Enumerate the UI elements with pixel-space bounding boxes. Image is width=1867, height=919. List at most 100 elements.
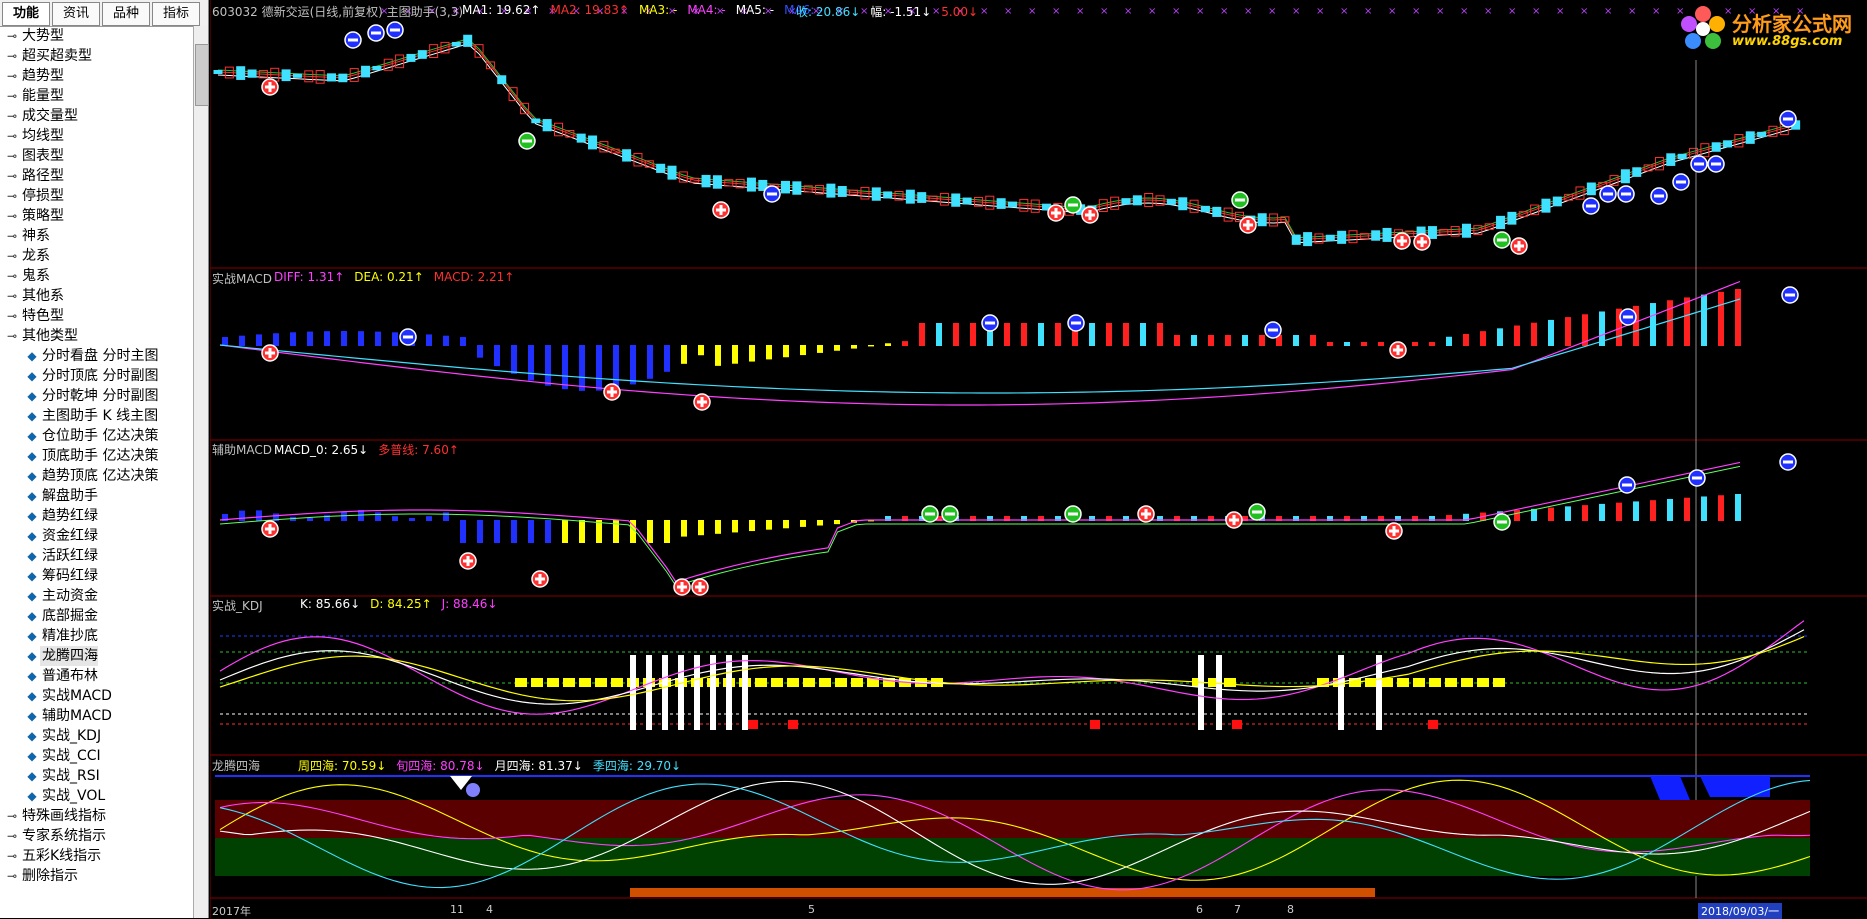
candle [451, 41, 461, 47]
tree-item[interactable]: ⊸ 策略型 [0, 206, 192, 226]
tree-item[interactable]: ◆ 趋势红绿 [0, 506, 192, 526]
tree-item[interactable]: ◆ 分时看盘 分时主图 [0, 346, 192, 366]
tree-item-label: 策略型 [22, 208, 64, 224]
tree-item[interactable]: ⊸ 神系 [0, 226, 192, 246]
sell-marker: × [1172, 6, 1180, 17]
tree-item[interactable]: ◆ 顶底助手 亿达决策 [0, 446, 192, 466]
tree-item[interactable]: ◆ 精准抄底 [0, 626, 192, 646]
sell-marker: × [1508, 6, 1516, 17]
macd-bar [1055, 323, 1061, 346]
tree-item[interactable]: ◆ 实战_CCI [0, 746, 192, 766]
tab-indicators[interactable]: 指标 [152, 2, 201, 26]
macd-bar [1429, 342, 1435, 346]
macd-bar [477, 345, 483, 358]
aux-bar [783, 520, 789, 529]
indicator-icon: ◆ [27, 649, 37, 663]
candle [1723, 140, 1733, 148]
macd-bar [1157, 323, 1163, 346]
kdj-block [595, 678, 607, 687]
chart-area[interactable]: × × × × × × × × × × × × × × × × × × × × × × × × × × × × × × × × × × × × × × × ×… [210, 0, 1867, 919]
tree-item[interactable]: ◆ 普通布林 [0, 666, 192, 686]
tree-item[interactable]: ⊸ 特色型 [0, 306, 192, 326]
indicator-icon: ◆ [27, 589, 37, 603]
kdj-block [803, 678, 815, 687]
tab-functions[interactable]: 功能 [2, 2, 51, 26]
folder-icon: ⊸ [6, 869, 18, 883]
tree-item-label: 实战_KDJ [42, 728, 102, 744]
tree-item[interactable]: ⊸ 能量型 [0, 86, 192, 106]
tree-item[interactable]: ◆ 辅助MACD [0, 706, 192, 726]
macd-bar [783, 345, 789, 358]
tree-item[interactable]: ⊸ 其他系 [0, 286, 192, 306]
macd-bar [1004, 323, 1010, 346]
tree-item-label: 筹码红绿 [42, 568, 98, 584]
tree-item[interactable]: ◆ 龙腾四海 [0, 646, 192, 666]
signal-icon [1785, 293, 1795, 297]
tree-item[interactable]: ⊸ 超买超卖型 [0, 46, 192, 66]
tree-item[interactable]: ◆ 实战_KDJ [0, 726, 192, 746]
kdj-block [531, 678, 543, 687]
signal-icon [1420, 237, 1424, 247]
tree-item[interactable]: ◆ 实战_VOL [0, 786, 192, 806]
aux-bar [494, 520, 500, 543]
tree-item[interactable]: ◆ 实战_RSI [0, 766, 192, 786]
tree-item[interactable]: ⊸ 停损型 [0, 186, 192, 206]
legend-value: 幅: -1.51↓ [870, 5, 932, 19]
kdj-block [1493, 678, 1505, 687]
macd-bar [579, 345, 585, 391]
tree-item[interactable]: ◆ 活跃红绿 [0, 546, 192, 566]
kdj-bar [1216, 655, 1222, 730]
tree-item[interactable]: ◆ 主动资金 [0, 586, 192, 606]
signal-icon [1068, 203, 1078, 207]
tree-item[interactable]: ◆ 主图助手 K 线主图 [0, 406, 192, 426]
tab-symbols[interactable]: 品种 [102, 2, 151, 26]
tree-item[interactable]: ◆ 实战MACD [0, 686, 192, 706]
candle [962, 197, 972, 205]
tree-item[interactable]: ◆ 仓位助手 亿达决策 [0, 426, 192, 446]
macd-bar [1480, 331, 1486, 346]
tree-item-label: 能量型 [22, 88, 64, 104]
tree-item[interactable]: ◆ 分时顶底 分时副图 [0, 366, 192, 386]
tree-item[interactable]: ⊸ 其他类型 [0, 326, 192, 346]
sell-marker: × [1100, 6, 1108, 17]
tree-item[interactable]: ◆ 筹码红绿 [0, 566, 192, 586]
tree-item[interactable]: ◆ 解盘助手 [0, 486, 192, 506]
tree-item[interactable]: ⊸ 成交量型 [0, 106, 192, 126]
tree-item[interactable]: ◆ 资金红绿 [0, 526, 192, 546]
kdj-block [1477, 678, 1489, 687]
tree-item[interactable]: ⊸ 鬼系 [0, 266, 192, 286]
macd-bar [1293, 335, 1299, 346]
tree-item[interactable]: ◆ 底部掘金 [0, 606, 192, 626]
candle [746, 177, 756, 192]
scrollbar-thumb[interactable] [195, 44, 209, 106]
tab-news[interactable]: 资讯 [52, 2, 101, 26]
signal-icon [466, 556, 470, 566]
tree-item[interactable]: ⊸ 大势型 [0, 26, 192, 46]
signal-icon [1068, 512, 1078, 516]
tree-item[interactable]: ⊸ 特殊画线指标 [0, 806, 192, 826]
signal-icon [1396, 345, 1400, 355]
tree-item[interactable]: ⊸ 删除指示 [0, 866, 192, 886]
signal-icon [390, 28, 400, 32]
tree-item[interactable]: ⊸ 图表型 [0, 146, 192, 166]
tree-item[interactable]: ⊸ 专家系统指示 [0, 826, 192, 846]
tree-item[interactable]: ⊸ 趋势型 [0, 66, 192, 86]
tree-item[interactable]: ⊸ 路径型 [0, 166, 192, 186]
macd-bar [681, 345, 687, 364]
sell-marker: × [1484, 6, 1492, 17]
tree-item[interactable]: ⊸ 五彩K线指示 [0, 846, 192, 866]
tree-item-label: 特色型 [22, 308, 64, 324]
tree-item-label: 分时看盘 分时主图 [42, 348, 159, 364]
candle [1496, 215, 1506, 230]
sidebar-scrollbar[interactable] [193, 26, 209, 918]
tree-item[interactable]: ◆ 趋势顶底 亿达决策 [0, 466, 192, 486]
tree-item[interactable]: ⊸ 龙系 [0, 246, 192, 266]
tree-item-label: 精准抄底 [42, 628, 98, 644]
macd-bar [1038, 323, 1044, 346]
indicator-icon: ◆ [27, 729, 37, 743]
aux-bar [664, 520, 670, 543]
tree-item[interactable]: ⊸ 均线型 [0, 126, 192, 146]
folder-icon: ⊸ [6, 829, 18, 843]
kdj-block [787, 678, 799, 687]
tree-item[interactable]: ◆ 分时乾坤 分时副图 [0, 386, 192, 406]
